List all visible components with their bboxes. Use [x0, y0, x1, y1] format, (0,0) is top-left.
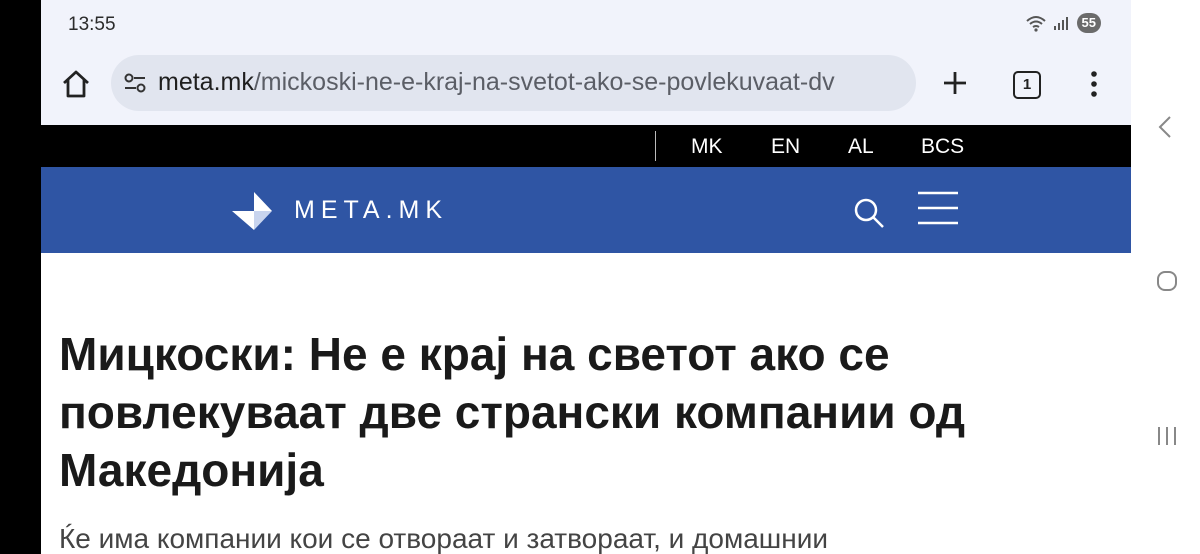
logo-mark[interactable]	[230, 190, 274, 232]
tune-icon[interactable]	[123, 72, 147, 94]
more-vert-icon[interactable]	[1084, 68, 1104, 100]
plus-icon[interactable]	[939, 67, 971, 99]
url-domain: meta.mk	[158, 68, 254, 96]
left-bezel	[0, 0, 41, 554]
search-icon[interactable]	[852, 196, 886, 230]
signal-icon	[1053, 17, 1068, 30]
address-bar[interactable]: meta.mk/mickoski-ne-e-kraj-na-svetot-ako…	[111, 55, 916, 111]
status-icons: 55	[1025, 13, 1101, 33]
browser-toolbar: meta.mk/mickoski-ne-e-kraj-na-svetot-ako…	[41, 48, 1131, 125]
battery-indicator: 55	[1076, 13, 1101, 33]
back-icon[interactable]	[1157, 115, 1173, 139]
hamburger-icon[interactable]	[917, 190, 959, 226]
tab-switcher-button[interactable]: 1	[1013, 71, 1041, 99]
url-text[interactable]: meta.mk/mickoski-ne-e-kraj-na-svetot-ako…	[158, 68, 903, 97]
article-title: Мицкоски: Не е крај на светот ако се пов…	[59, 328, 966, 496]
lang-link-bcs[interactable]: BCS	[921, 135, 964, 159]
browser-screen: 13:55 55 meta.mk/mickoski-ne-e-kraj-na-s…	[41, 0, 1131, 554]
lang-link-al[interactable]: AL	[848, 135, 874, 159]
article-lead: Ќе има компании кои се отвораат и затвор…	[59, 523, 828, 554]
language-bar: MK EN AL BCS	[41, 125, 1131, 167]
wifi-icon	[1025, 16, 1046, 32]
home-circle-icon[interactable]	[1156, 270, 1178, 292]
site-header: META.MK	[41, 167, 1131, 253]
recents-icon[interactable]	[1156, 425, 1178, 447]
status-bar: 13:55 55	[41, 0, 1131, 48]
site-logo-text[interactable]: META.MK	[294, 196, 448, 225]
home-icon[interactable]	[59, 67, 93, 101]
status-time: 13:55	[68, 14, 116, 35]
language-divider	[655, 131, 656, 161]
url-path: /mickoski-ne-e-kraj-na-svetot-ako-se-pov…	[253, 68, 835, 96]
lang-link-en[interactable]: EN	[771, 135, 800, 159]
lang-link-mk[interactable]: MK	[691, 135, 723, 159]
